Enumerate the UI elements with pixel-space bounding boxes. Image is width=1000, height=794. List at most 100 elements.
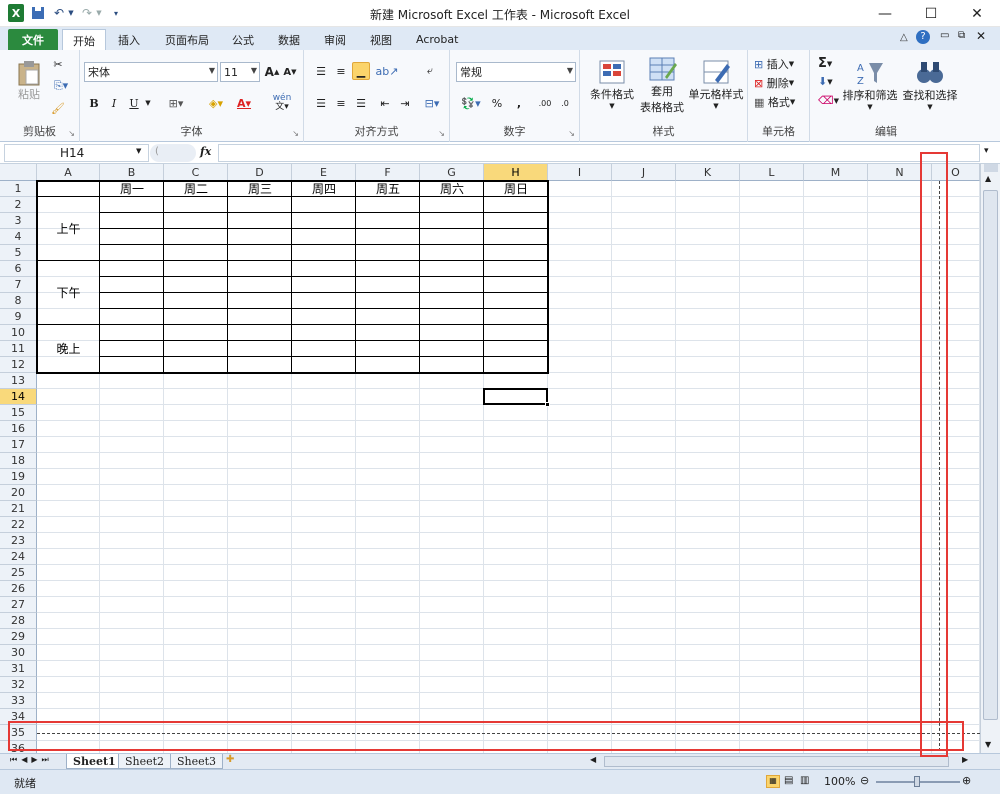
row-header-28[interactable]: 28 (0, 613, 37, 629)
insert-sheet-icon[interactable]: ✚ (226, 754, 234, 765)
row-header-32[interactable]: 32 (0, 677, 37, 693)
close-button[interactable]: ✕ (954, 0, 1000, 27)
vertical-scrollbar[interactable]: ▲ ▼ (980, 164, 1000, 753)
workbook-close-icon[interactable]: ✕ (976, 29, 986, 43)
cut-icon[interactable]: ✂ (50, 56, 66, 72)
table-header-cell[interactable]: 周一 (100, 181, 164, 197)
number-launcher-icon[interactable]: ↘ (568, 129, 575, 138)
fill-handle[interactable] (545, 402, 550, 407)
period-label-cell[interactable]: 下午 (37, 261, 100, 325)
period-label-cell[interactable]: 晚上 (37, 325, 100, 373)
row-header-31[interactable]: 31 (0, 661, 37, 677)
zoom-out-icon[interactable]: ⊖ (860, 774, 869, 787)
comma-button[interactable]: , (512, 94, 526, 112)
row-header-2[interactable]: 2 (0, 197, 37, 213)
autosum-button[interactable]: Σ ▼ (818, 56, 832, 71)
font-name-combo[interactable]: 宋体 ▼ (84, 62, 218, 82)
column-header-a[interactable]: A (37, 164, 100, 181)
align-left-icon[interactable]: ☰ (312, 94, 330, 112)
borders-icon[interactable]: ⊞▾ (164, 94, 188, 112)
row-header-34[interactable]: 34 (0, 709, 37, 725)
underline-button[interactable]: U (126, 94, 142, 112)
paste-button[interactable]: 粘贴 (12, 54, 46, 108)
row-header-24[interactable]: 24 (0, 549, 37, 565)
row-header-1[interactable]: 1 (0, 181, 37, 197)
column-header-e[interactable]: E (292, 164, 356, 181)
tab-file[interactable]: 文件 (8, 29, 58, 50)
formula-input[interactable] (218, 144, 980, 162)
shrink-font-icon[interactable]: A ▼ (282, 64, 298, 80)
scroll-down-icon[interactable]: ▼ (985, 740, 991, 749)
row-header-16[interactable]: 16 (0, 421, 37, 437)
row-header-19[interactable]: 19 (0, 469, 37, 485)
row-header-12[interactable]: 12 (0, 357, 37, 373)
sort-filter-button[interactable]: AZ 排序和筛选 ▼ (840, 54, 900, 116)
row-header-21[interactable]: 21 (0, 501, 37, 517)
minimize-button[interactable]: — (862, 0, 908, 27)
row-header-6[interactable]: 6 (0, 261, 37, 277)
row-header-26[interactable]: 26 (0, 581, 37, 597)
help-icon[interactable]: ? (916, 30, 930, 44)
align-right-icon[interactable]: ☰ (352, 94, 370, 112)
zoom-level[interactable]: 100% (824, 775, 855, 788)
sheet-tab-3[interactable]: Sheet3 (170, 754, 224, 769)
merge-center-icon[interactable]: ⊟▾ (420, 94, 444, 112)
column-header-l[interactable]: L (740, 164, 804, 181)
row-header-4[interactable]: 4 (0, 229, 37, 245)
row-header-11[interactable]: 11 (0, 341, 37, 357)
row-header-23[interactable]: 23 (0, 533, 37, 549)
format-painter-icon[interactable]: 🖌 (50, 100, 66, 116)
zoom-in-icon[interactable]: ⊕ (962, 774, 971, 787)
row-header-35[interactable]: 35 (0, 725, 37, 741)
column-header-h[interactable]: H (484, 164, 548, 181)
row-header-20[interactable]: 20 (0, 485, 37, 501)
delete-cells-button[interactable]: ⊠ 删除 ▼ (754, 75, 794, 91)
row-header-33[interactable]: 33 (0, 693, 37, 709)
sheet-tab-2[interactable]: Sheet2 (118, 754, 172, 769)
tab-acrobat[interactable]: Acrobat (406, 29, 468, 50)
table-header-cell[interactable]: 周五 (356, 181, 420, 197)
row-header-15[interactable]: 15 (0, 405, 37, 421)
sheet-tab-1[interactable]: Sheet1 (66, 754, 123, 769)
tab-home[interactable]: 开始 (62, 29, 106, 51)
row-header-22[interactable]: 22 (0, 517, 37, 533)
column-header-n[interactable]: N (868, 164, 932, 181)
clear-icon[interactable]: ⌫ ▼ (818, 94, 839, 107)
align-bottom-icon[interactable]: ▁ (352, 62, 370, 80)
conditional-formatting-button[interactable]: 条件格式 ▼ (586, 54, 638, 114)
copy-icon[interactable]: ⎘▾ (50, 78, 72, 94)
grow-font-icon[interactable]: A ▲ (264, 64, 280, 80)
workbook-minimize-icon[interactable]: ▭ (940, 30, 949, 41)
row-header-9[interactable]: 9 (0, 309, 37, 325)
orientation-icon[interactable]: ab↗ (376, 62, 399, 80)
fill-color-icon[interactable]: ◈▾ (204, 94, 228, 112)
table-header-cell[interactable]: 周日 (484, 181, 548, 197)
page-break-view-icon[interactable]: ▥ (800, 775, 809, 786)
collapse-ribbon-icon[interactable]: △ (900, 32, 908, 43)
row-header-7[interactable]: 7 (0, 277, 37, 293)
h-scroll-right-icon[interactable]: ▶ (962, 755, 968, 764)
row-header-29[interactable]: 29 (0, 629, 37, 645)
row-header-25[interactable]: 25 (0, 565, 37, 581)
row-header-17[interactable]: 17 (0, 437, 37, 453)
column-header-b[interactable]: B (100, 164, 164, 181)
select-all-corner[interactable] (0, 164, 37, 181)
h-scroll-left-icon[interactable]: ◀ (590, 755, 596, 764)
insert-function-button[interactable]: fx (200, 145, 211, 158)
active-cell-selection[interactable] (483, 388, 548, 405)
clipboard-launcher-icon[interactable]: ↘ (68, 129, 75, 138)
phonetic-guide-icon[interactable]: wén 文▾ (268, 92, 296, 114)
sheet-nav-icons[interactable]: ⏮◀▶⏭ (10, 755, 53, 765)
page-layout-view-icon[interactable]: ▤ (784, 775, 793, 786)
italic-button[interactable]: I (106, 94, 122, 112)
period-label-cell[interactable]: 上午 (37, 197, 100, 261)
tab-page-layout[interactable]: 页面布局 (155, 29, 219, 50)
column-header-i[interactable]: I (548, 164, 612, 181)
increase-decimal-icon[interactable]: .00 (536, 94, 554, 112)
font-size-combo[interactable]: 11 ▼ (220, 62, 260, 82)
worksheet-grid[interactable]: A B C D E F G H I J K L M N O 1 2 3 4 5 6 7 8 9 10 11 12 13 14 15 16 17… (0, 164, 980, 753)
find-select-button[interactable]: 查找和选择 ▼ (900, 54, 960, 116)
format-cells-button[interactable]: ▦ 格式 ▼ (754, 94, 795, 110)
row-header-3[interactable]: 3 (0, 213, 37, 229)
column-header-j[interactable]: J (612, 164, 676, 181)
